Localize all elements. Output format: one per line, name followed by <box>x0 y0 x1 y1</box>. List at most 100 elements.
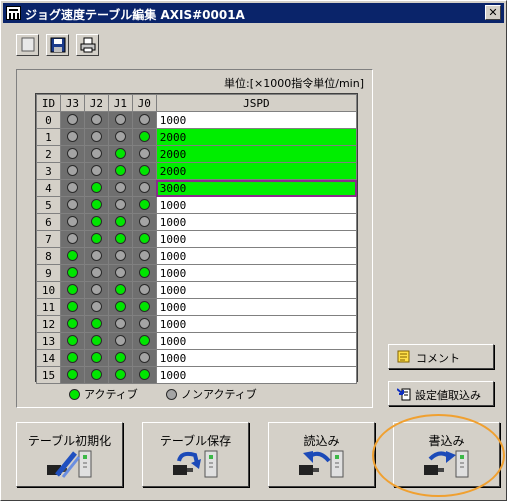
cell-j3[interactable] <box>59 315 85 333</box>
table-row[interactable]: 0 1000 <box>36 111 358 129</box>
cell-j3[interactable] <box>59 332 85 350</box>
jspd-cell[interactable]: 1000 <box>155 315 358 333</box>
cell-j3[interactable] <box>59 264 85 282</box>
jspd-cell[interactable]: 1000 <box>155 264 358 282</box>
jspd-cell[interactable]: 2000 <box>155 145 358 163</box>
save-button[interactable] <box>46 34 69 56</box>
jspd-cell[interactable]: 2000 <box>155 162 358 180</box>
table-row[interactable]: 5 1000 <box>36 196 358 214</box>
cell-j3[interactable] <box>59 145 85 163</box>
jspd-cell[interactable]: 1000 <box>155 230 358 248</box>
table-row[interactable]: 2 2000 <box>36 145 358 163</box>
cell-j0[interactable] <box>131 196 157 214</box>
cell-j2[interactable] <box>83 128 109 146</box>
cell-j1[interactable] <box>107 145 133 163</box>
cell-j1[interactable] <box>107 230 133 248</box>
cell-j1[interactable] <box>107 281 133 299</box>
cell-j0[interactable] <box>131 281 157 299</box>
table-row[interactable]: 4 3000 <box>36 179 358 197</box>
jspd-cell[interactable]: 1000 <box>155 349 358 367</box>
cell-j1[interactable] <box>107 247 133 265</box>
cell-j1[interactable] <box>107 349 133 367</box>
print-button[interactable] <box>76 34 99 56</box>
table-row[interactable]: 9 1000 <box>36 264 358 282</box>
jspd-cell[interactable]: 2000 <box>155 128 358 146</box>
cell-j3[interactable] <box>59 349 85 367</box>
table-row[interactable]: 12 1000 <box>36 315 358 333</box>
cell-j3[interactable] <box>59 298 85 316</box>
cell-j3[interactable] <box>59 247 85 265</box>
cell-j1[interactable] <box>107 315 133 333</box>
cell-j3[interactable] <box>59 281 85 299</box>
cell-j0[interactable] <box>131 349 157 367</box>
table-row[interactable]: 15 1000 <box>36 366 358 384</box>
cell-j2[interactable] <box>83 179 109 197</box>
read-button[interactable]: 読込み <box>268 422 375 487</box>
jspd-cell[interactable]: 1000 <box>155 298 358 316</box>
cell-j1[interactable] <box>107 128 133 146</box>
jspd-cell[interactable]: 1000 <box>155 366 358 384</box>
cell-j0[interactable] <box>131 230 157 248</box>
table-row[interactable]: 1 2000 <box>36 128 358 146</box>
close-button[interactable]: ✕ <box>485 5 501 20</box>
table-row[interactable]: 8 1000 <box>36 247 358 265</box>
cell-j0[interactable] <box>131 264 157 282</box>
cell-j2[interactable] <box>83 145 109 163</box>
jspd-cell[interactable]: 3000 <box>155 179 358 197</box>
cell-j2[interactable] <box>83 213 109 231</box>
comment-button[interactable]: コメント <box>388 344 494 369</box>
cell-j3[interactable] <box>59 230 85 248</box>
cell-j0[interactable] <box>131 179 157 197</box>
cell-j1[interactable] <box>107 162 133 180</box>
jspd-cell[interactable]: 1000 <box>155 332 358 350</box>
cell-j1[interactable] <box>107 179 133 197</box>
cell-j0[interactable] <box>131 366 157 384</box>
cell-j2[interactable] <box>83 111 109 129</box>
table-row[interactable]: 7 1000 <box>36 230 358 248</box>
initialize-table-button[interactable]: テーブル初期化 <box>16 422 123 487</box>
cell-j2[interactable] <box>83 264 109 282</box>
jspd-cell[interactable]: 1000 <box>155 281 358 299</box>
cell-j2[interactable] <box>83 366 109 384</box>
cell-j1[interactable] <box>107 366 133 384</box>
cell-j2[interactable] <box>83 332 109 350</box>
cell-j3[interactable] <box>59 213 85 231</box>
table-row[interactable]: 14 1000 <box>36 349 358 367</box>
cell-j0[interactable] <box>131 298 157 316</box>
cell-j2[interactable] <box>83 196 109 214</box>
jspd-cell[interactable]: 1000 <box>155 213 358 231</box>
cell-j1[interactable] <box>107 213 133 231</box>
cell-j2[interactable] <box>83 230 109 248</box>
cell-j0[interactable] <box>131 111 157 129</box>
cell-j2[interactable] <box>83 247 109 265</box>
table-row[interactable]: 10 1000 <box>36 281 358 299</box>
cell-j0[interactable] <box>131 315 157 333</box>
jspd-cell[interactable]: 1000 <box>155 247 358 265</box>
cell-j1[interactable] <box>107 332 133 350</box>
cell-j1[interactable] <box>107 111 133 129</box>
cell-j3[interactable] <box>59 162 85 180</box>
save-table-button[interactable]: テーブル保存 <box>142 422 249 487</box>
cell-j1[interactable] <box>107 264 133 282</box>
cell-j3[interactable] <box>59 111 85 129</box>
table-row[interactable]: 11 1000 <box>36 298 358 316</box>
cell-j0[interactable] <box>131 128 157 146</box>
cell-j0[interactable] <box>131 162 157 180</box>
cell-j2[interactable] <box>83 281 109 299</box>
cell-j0[interactable] <box>131 247 157 265</box>
cell-j2[interactable] <box>83 349 109 367</box>
cell-j0[interactable] <box>131 332 157 350</box>
cell-j2[interactable] <box>83 315 109 333</box>
cell-j3[interactable] <box>59 179 85 197</box>
cell-j0[interactable] <box>131 213 157 231</box>
cell-j3[interactable] <box>59 196 85 214</box>
cell-j0[interactable] <box>131 145 157 163</box>
table-row[interactable]: 13 1000 <box>36 332 358 350</box>
jspd-cell[interactable]: 1000 <box>155 196 358 214</box>
table-row[interactable]: 6 1000 <box>36 213 358 231</box>
cell-j1[interactable] <box>107 196 133 214</box>
new-button[interactable] <box>16 34 39 56</box>
import-settings-button[interactable]: 設定値取込み <box>388 381 494 406</box>
cell-j3[interactable] <box>59 128 85 146</box>
cell-j2[interactable] <box>83 162 109 180</box>
